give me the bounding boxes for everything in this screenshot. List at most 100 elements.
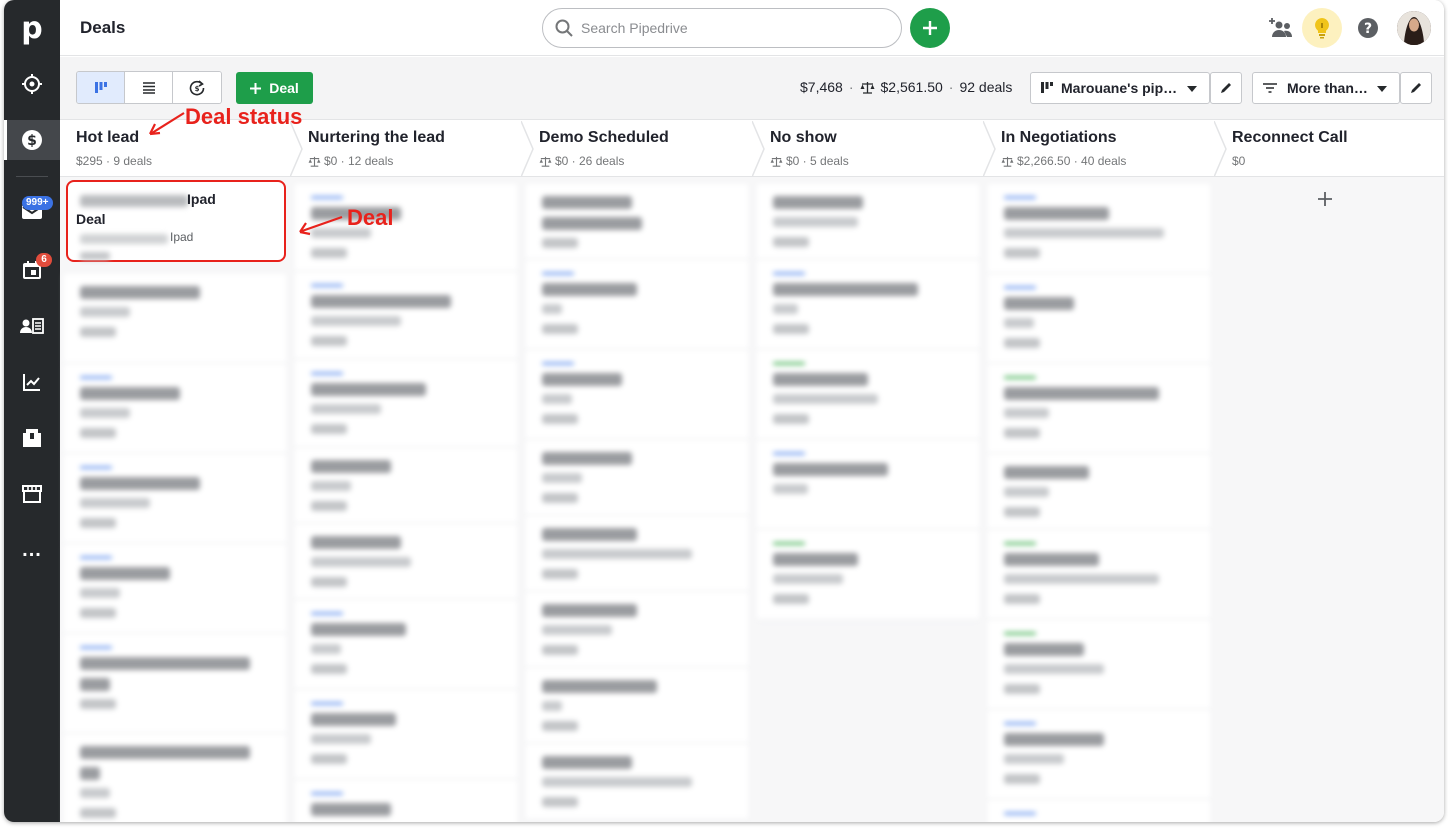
deal-card[interactable] xyxy=(64,454,286,544)
list-view-button[interactable] xyxy=(125,72,173,103)
edit-pipeline-button[interactable] xyxy=(1210,72,1242,104)
edit-filter-button[interactable] xyxy=(1400,72,1432,104)
sidebar-item-activities[interactable]: 6 xyxy=(4,250,60,290)
deal-card[interactable] xyxy=(295,448,517,524)
annotation-deal-label: Deal xyxy=(347,205,394,230)
kanban-icon xyxy=(94,81,107,93)
chart-icon xyxy=(23,374,40,391)
deal-card[interactable] xyxy=(64,274,286,364)
sidebar-item-mail[interactable]: 999+ xyxy=(4,192,60,232)
sidebar-item-contacts[interactable] xyxy=(4,306,60,346)
stage-column-negotiations xyxy=(988,184,1210,822)
sales-assistant-button[interactable] xyxy=(1302,8,1342,48)
annotation-arrow-icon xyxy=(149,112,185,136)
search-icon xyxy=(555,19,573,37)
search-box[interactable] xyxy=(542,8,902,48)
sidebar-item-products[interactable] xyxy=(4,418,60,458)
quick-add-button[interactable] xyxy=(910,8,950,48)
scale-icon xyxy=(860,81,874,94)
deal-card[interactable] xyxy=(988,454,1210,530)
top-header: Deals ? xyxy=(60,0,1444,56)
filter-select-label: More than… xyxy=(1287,80,1368,96)
stage-title: Demo Scheduled xyxy=(539,129,669,146)
blurred-name xyxy=(80,195,188,207)
plus-icon xyxy=(1318,192,1332,206)
user-avatar[interactable] xyxy=(1397,11,1431,45)
deal-card[interactable] xyxy=(526,440,748,516)
deal-card[interactable] xyxy=(526,592,748,668)
deal-card[interactable] xyxy=(64,734,286,822)
deal-card[interactable] xyxy=(757,350,979,440)
deal-card[interactable] xyxy=(64,544,286,634)
deal-card[interactable] xyxy=(526,668,748,744)
deal-card[interactable] xyxy=(526,260,748,350)
add-deal-button[interactable]: Deal xyxy=(236,72,313,104)
stage-divider-chevron xyxy=(1214,121,1227,177)
invite-users-button[interactable] xyxy=(1264,12,1296,44)
deal-card[interactable] xyxy=(295,780,517,822)
stage-header-negotiations[interactable]: In Negotiations $2,266.50 · 40 deals xyxy=(983,121,1214,177)
sidebar-item-insights[interactable] xyxy=(4,362,60,402)
help-button[interactable]: ? xyxy=(1352,12,1384,44)
sidebar-item-leads[interactable] xyxy=(4,64,60,104)
highlighted-deal-card[interactable]: Ipad Deal Ipad xyxy=(66,180,286,262)
filter-select[interactable]: More than… xyxy=(1252,72,1400,104)
deal-card[interactable] xyxy=(988,530,1210,620)
deal-card[interactable] xyxy=(295,600,517,690)
stage-summary: $0 · 12 deals xyxy=(324,154,394,168)
mail-count-badge: 999+ xyxy=(22,196,53,210)
sidebar-item-more[interactable]: ... xyxy=(4,530,60,570)
pipeline-summary: $7,468 · $2,561.50 · 92 deals xyxy=(800,79,1012,95)
annotation-arrow-icon xyxy=(299,215,343,236)
deal-card[interactable] xyxy=(988,184,1210,274)
deal-card[interactable] xyxy=(295,524,517,600)
sidebar-item-deals[interactable]: $ xyxy=(4,120,60,160)
deal-card[interactable] xyxy=(988,800,1210,822)
deal-title-line2: Deal xyxy=(76,211,106,227)
deal-card[interactable] xyxy=(526,516,748,592)
deal-card[interactable] xyxy=(295,272,517,360)
deal-card[interactable] xyxy=(757,440,979,530)
search-input[interactable] xyxy=(581,20,861,36)
stage-column-demo xyxy=(526,184,748,822)
pipeline-select[interactable]: Marouane's pip… xyxy=(1030,72,1210,104)
pipedrive-logo[interactable]: p xyxy=(4,0,60,56)
forecast-view-button[interactable]: $ xyxy=(173,72,221,103)
stage-header-demo[interactable]: Demo Scheduled $0 · 26 deals xyxy=(521,121,752,177)
deal-card[interactable] xyxy=(295,690,517,780)
deal-count: 92 deals xyxy=(959,79,1013,95)
box-icon xyxy=(23,429,41,447)
summary-separator: · xyxy=(948,79,954,95)
stage-column-hot-lead xyxy=(64,184,286,822)
blurred-org xyxy=(80,234,168,244)
sidebar-item-marketplace[interactable] xyxy=(4,474,60,514)
stage-divider-chevron xyxy=(521,121,534,177)
deal-card[interactable] xyxy=(988,620,1210,710)
add-deal-to-stage-button[interactable] xyxy=(1318,192,1332,211)
pipeline-icon xyxy=(1041,82,1053,93)
sidebar: p $ 999+ 6 ... xyxy=(4,0,60,822)
deal-card[interactable] xyxy=(295,360,517,448)
deal-card[interactable] xyxy=(526,744,748,820)
sidebar-divider xyxy=(16,176,48,177)
stage-title: Hot lead xyxy=(76,129,140,146)
deal-card[interactable] xyxy=(988,710,1210,800)
deal-card[interactable] xyxy=(526,350,748,440)
pipeline-view-button[interactable] xyxy=(77,72,125,103)
deal-card[interactable] xyxy=(757,530,979,620)
deal-card[interactable] xyxy=(64,364,286,454)
deal-card[interactable] xyxy=(988,364,1210,454)
deal-card[interactable] xyxy=(526,184,748,260)
deal-card[interactable] xyxy=(64,634,286,734)
stage-header-no-show[interactable]: No show $0 · 5 deals xyxy=(752,121,983,177)
deal-card[interactable] xyxy=(988,274,1210,364)
avatar-image xyxy=(1397,11,1431,45)
deal-card[interactable] xyxy=(757,184,979,260)
add-deal-label: Deal xyxy=(269,80,299,96)
deal-card[interactable] xyxy=(757,260,979,350)
help-icon: ? xyxy=(1358,18,1378,38)
stage-summary: $0 · 26 deals xyxy=(555,154,625,168)
list-icon xyxy=(142,81,155,94)
stage-header-reconnect[interactable]: Reconnect Call $0 xyxy=(1214,121,1444,177)
stage-header-nurtering[interactable]: Nurtering the lead $0 · 12 deals xyxy=(290,121,521,177)
